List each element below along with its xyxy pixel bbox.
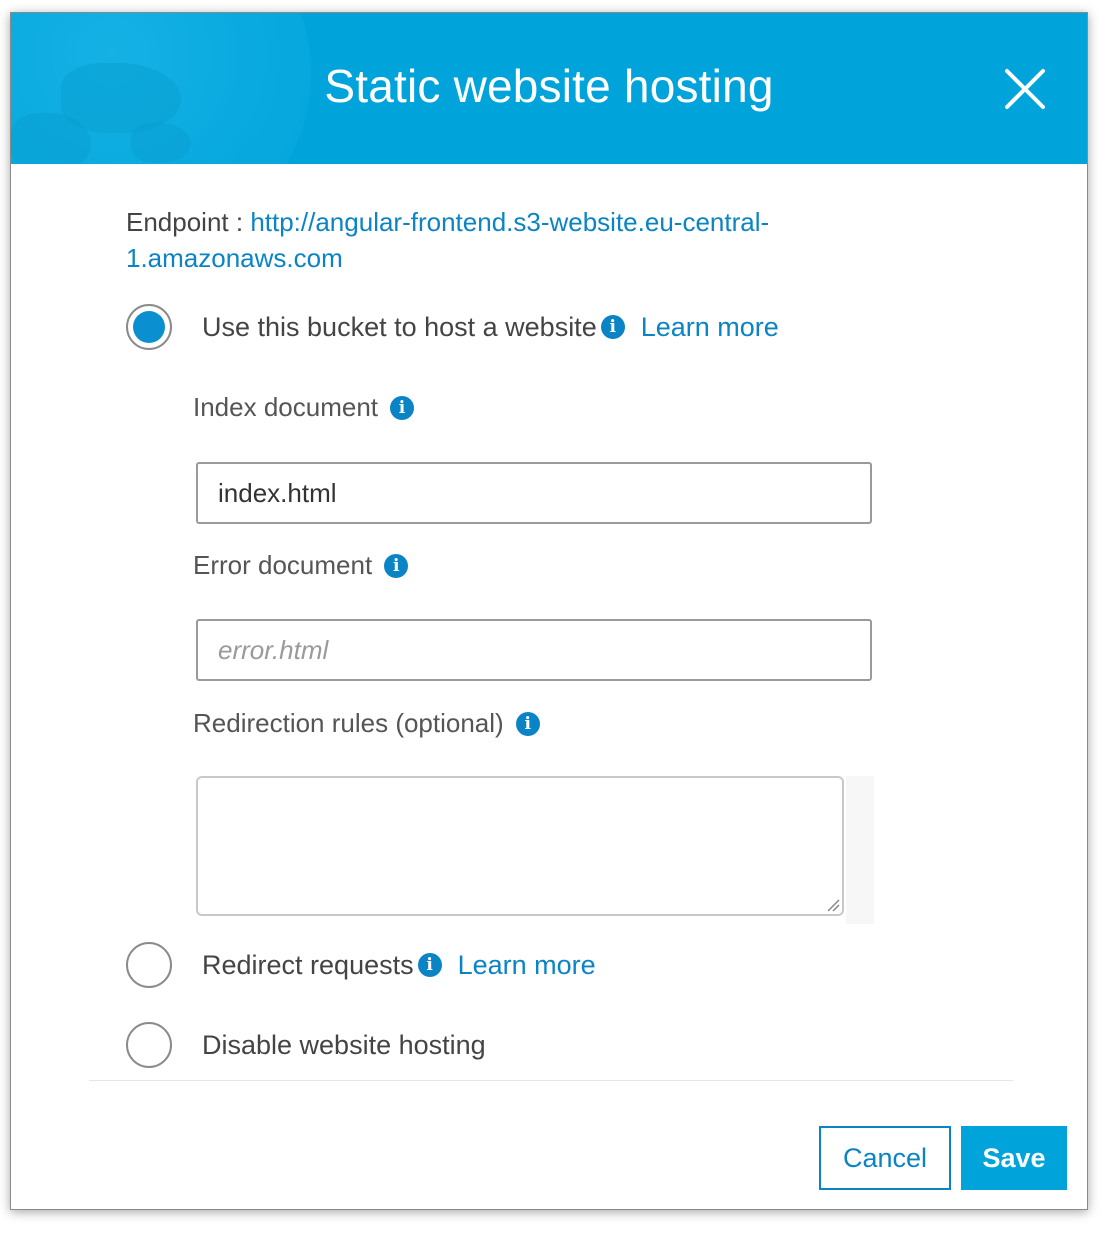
- resize-grip-icon[interactable]: [826, 898, 840, 912]
- error-document-label-row: Error document i: [193, 550, 409, 581]
- close-icon: [1005, 69, 1045, 109]
- index-document-input[interactable]: [196, 462, 872, 524]
- info-icon[interactable]: i: [390, 395, 415, 420]
- disable-hosting-radio[interactable]: [126, 1022, 172, 1068]
- save-button[interactable]: Save: [961, 1126, 1067, 1190]
- cancel-button[interactable]: Cancel: [819, 1126, 951, 1190]
- textarea-side-strip: [846, 776, 874, 924]
- redirect-requests-label: Redirect requests: [202, 949, 414, 980]
- disable-hosting-label: Disable website hosting: [202, 1029, 486, 1060]
- dialog-header: Static website hosting: [11, 13, 1087, 164]
- static-website-hosting-dialog: Static website hosting Endpoint : http:/…: [10, 12, 1088, 1210]
- option-redirect-requests[interactable]: Redirect requests i Learn more: [126, 942, 596, 988]
- footer-divider: [89, 1080, 1013, 1081]
- redirection-rules-label: Redirection rules (optional): [193, 708, 504, 738]
- info-icon[interactable]: i: [417, 953, 442, 977]
- info-icon[interactable]: i: [515, 711, 540, 736]
- index-document-label: Index document: [193, 392, 379, 422]
- host-website-label: Use this bucket to host a website: [202, 311, 597, 342]
- option-disable-hosting[interactable]: Disable website hosting: [126, 1022, 486, 1068]
- info-icon[interactable]: i: [600, 315, 625, 339]
- info-icon[interactable]: i: [384, 553, 409, 578]
- redirection-rules-container: [196, 776, 874, 924]
- endpoint-row: Endpoint : http://angular-frontend.s3-we…: [126, 204, 886, 276]
- option-host-website[interactable]: Use this bucket to host a website i Lear…: [126, 304, 779, 350]
- host-website-radio[interactable]: [126, 304, 172, 350]
- error-document-label: Error document: [193, 550, 373, 580]
- host-website-learn-more-link[interactable]: Learn more: [641, 312, 779, 343]
- dialog-title: Static website hosting: [324, 60, 774, 112]
- redirect-requests-learn-more-link[interactable]: Learn more: [458, 950, 596, 981]
- endpoint-label: Endpoint :: [126, 207, 251, 237]
- error-document-input[interactable]: [196, 619, 872, 681]
- redirection-rules-label-row: Redirection rules (optional) i: [193, 708, 540, 739]
- redirection-rules-textarea[interactable]: [196, 776, 844, 916]
- index-document-label-row: Index document i: [193, 392, 415, 423]
- redirect-requests-radio[interactable]: [126, 942, 172, 988]
- close-button[interactable]: [1003, 67, 1047, 111]
